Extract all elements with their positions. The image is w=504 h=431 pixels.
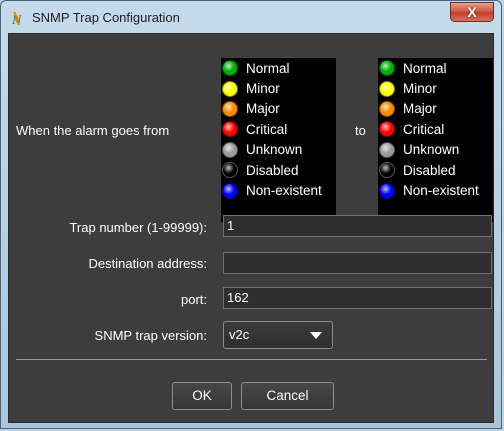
- port-label: port:: [180, 292, 207, 307]
- status-dot-icon: [222, 121, 238, 138]
- destination-address-input[interactable]: [223, 252, 492, 274]
- state-label: Major: [246, 101, 280, 117]
- trap-number-label: Trap number (1-99999):: [69, 220, 207, 235]
- to-state-disabled[interactable]: Disabled: [378, 160, 493, 180]
- state-label: Normal: [246, 60, 290, 76]
- from-state-minor[interactable]: Minor: [221, 78, 336, 98]
- to-state-non-existent[interactable]: Non-existent: [378, 180, 493, 200]
- state-label: Disabled: [246, 162, 299, 178]
- state-label: Critical: [403, 121, 445, 137]
- state-label: Unknown: [246, 142, 303, 158]
- divider: [16, 359, 487, 360]
- dialog-body: When the alarm goes from Normal Minor Majo…: [8, 33, 494, 423]
- ok-button[interactable]: OK: [172, 382, 232, 410]
- close-button[interactable]: X: [450, 2, 494, 22]
- to-state-minor[interactable]: Minor: [378, 78, 493, 98]
- state-label: Minor: [403, 81, 437, 97]
- status-dot-icon: [379, 141, 395, 158]
- from-state-list[interactable]: Normal Minor Major Critical Unknown Disabled N…: [221, 58, 336, 222]
- state-label: Disabled: [403, 162, 456, 178]
- status-dot-icon: [379, 121, 395, 138]
- status-dot-icon: [222, 100, 238, 117]
- from-state-non-existent[interactable]: Non-existent: [221, 180, 336, 200]
- status-dot-icon: [379, 100, 395, 117]
- status-dot-icon: [379, 182, 395, 199]
- title-bar[interactable]: N SNMP Trap Configuration X: [1, 1, 501, 35]
- status-dot-icon: [222, 162, 238, 179]
- state-label: Critical: [246, 121, 288, 137]
- from-state-disabled[interactable]: Disabled: [221, 160, 336, 180]
- status-dot-icon: [379, 162, 395, 179]
- status-dot-icon: [222, 80, 238, 97]
- from-state-major[interactable]: Major: [221, 99, 336, 119]
- from-state-normal[interactable]: Normal: [221, 58, 336, 78]
- snmp-version-label: SNMP trap version:: [94, 328, 207, 343]
- state-label: Major: [403, 101, 437, 117]
- status-dot-icon: [222, 141, 238, 158]
- from-state-critical[interactable]: Critical: [221, 119, 336, 139]
- alarm-to-label: to: [355, 123, 366, 138]
- to-state-major[interactable]: Major: [378, 99, 493, 119]
- trap-number-input[interactable]: 1: [223, 215, 492, 237]
- status-dot-icon: [379, 80, 395, 97]
- from-state-unknown[interactable]: Unknown: [221, 140, 336, 160]
- port-input[interactable]: 162: [223, 287, 492, 309]
- state-label: Normal: [403, 60, 447, 76]
- chevron-down-icon: [310, 332, 322, 339]
- snmp-version-value: v2c: [229, 327, 250, 342]
- status-dot-icon: [379, 60, 395, 77]
- state-label: Minor: [246, 81, 280, 97]
- cancel-button[interactable]: Cancel: [241, 382, 334, 410]
- status-dot-icon: [222, 60, 238, 77]
- alarm-from-label: When the alarm goes from: [16, 123, 170, 138]
- destination-address-label: Destination address:: [88, 256, 207, 271]
- state-label: Non-existent: [403, 183, 479, 199]
- to-state-list[interactable]: Normal Minor Major Critical Unknown Disabled N…: [378, 58, 493, 222]
- snmp-version-select[interactable]: v2c: [223, 321, 333, 349]
- state-label: Non-existent: [246, 183, 322, 199]
- app-icon: N: [12, 11, 22, 26]
- status-dot-icon: [222, 182, 238, 199]
- to-state-critical[interactable]: Critical: [378, 119, 493, 139]
- window-title: SNMP Trap Configuration: [32, 10, 180, 25]
- to-state-normal[interactable]: Normal: [378, 58, 493, 78]
- to-state-unknown[interactable]: Unknown: [378, 140, 493, 160]
- snmp-trap-dialog: N SNMP Trap Configuration X When the ala…: [0, 0, 502, 429]
- state-label: Unknown: [403, 142, 460, 158]
- close-icon: X: [467, 4, 477, 20]
